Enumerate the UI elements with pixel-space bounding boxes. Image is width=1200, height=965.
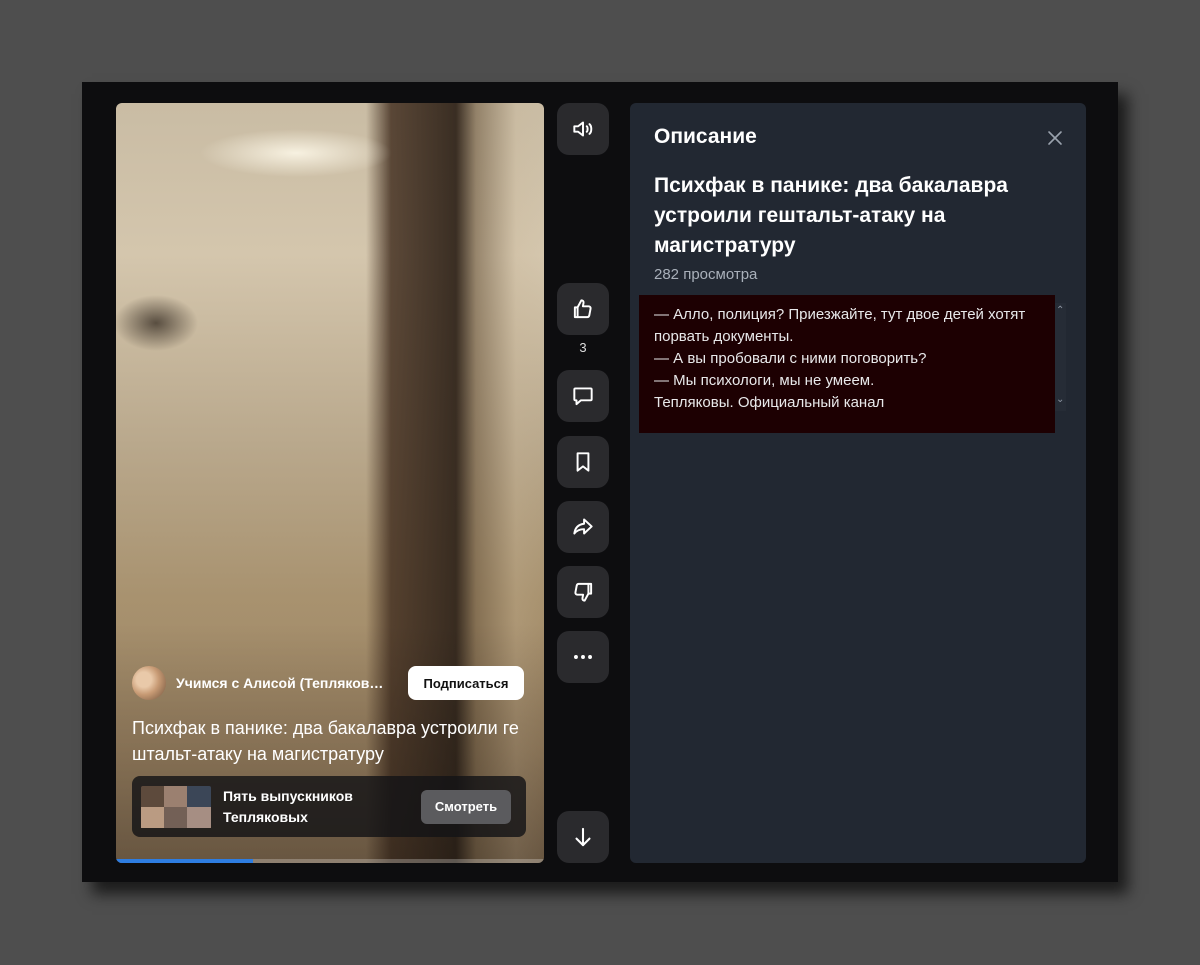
thumbs-up-icon xyxy=(573,299,592,319)
progress-bar-fill xyxy=(116,859,253,863)
bookmark-icon xyxy=(576,452,590,472)
thumbs-down-icon xyxy=(574,582,593,602)
view-count: 282 просмотра xyxy=(654,266,758,283)
panel-heading: Описание xyxy=(654,125,757,148)
description-line: — Алло, полиция? Приезжайте, тут двое де… xyxy=(654,306,1026,345)
dislike-button[interactable] xyxy=(557,566,609,618)
more-button[interactable] xyxy=(557,631,609,683)
description-line: — А вы пробовали с ними поговорить? xyxy=(654,350,927,367)
arrow-down-icon xyxy=(575,827,591,847)
player-frame: Учимся с Алисой (Тепляковы. … Подписатьс… xyxy=(82,82,1118,882)
subscribe-button[interactable]: Подписаться xyxy=(408,666,524,700)
scroll-down-icon[interactable]: ⌄ xyxy=(1056,395,1064,405)
video-player[interactable]: Учимся с Алисой (Тепляковы. … Подписатьс… xyxy=(116,103,544,863)
like-button[interactable] xyxy=(557,283,609,335)
description-line: Тепляковы. Официальный канал xyxy=(654,394,885,411)
description-panel: Описание Психфак в панике: два бакалавра… xyxy=(630,103,1086,863)
close-button[interactable] xyxy=(1042,125,1068,151)
next-video-button[interactable] xyxy=(557,811,609,863)
description-text-box: — Алло, полиция? Приезжайте, тут двое де… xyxy=(639,295,1055,433)
description-line: — Мы психологи, мы не умеем. xyxy=(654,372,875,389)
panel-video-title: Психфак в панике: два бакалавра устроили… xyxy=(654,174,1008,257)
bookmark-button[interactable] xyxy=(557,436,609,488)
share-button[interactable] xyxy=(557,501,609,553)
video-title: Психфак в панике: два бакалавра устроили… xyxy=(132,718,519,764)
speaker-icon xyxy=(573,121,593,137)
more-dots-icon xyxy=(574,655,592,659)
comment-button[interactable] xyxy=(557,370,609,422)
channel-avatar[interactable] xyxy=(132,666,166,700)
comment-icon xyxy=(573,387,593,406)
scroll-up-icon[interactable]: ⌃ xyxy=(1056,306,1064,316)
close-icon xyxy=(1048,131,1062,145)
playlist-card[interactable]: Пять выпускников Тепляковых Смотреть xyxy=(132,776,526,837)
channel-name[interactable]: Учимся с Алисой (Тепляковы. … xyxy=(176,675,394,691)
watch-button[interactable]: Смотреть xyxy=(421,789,511,824)
like-count: 3 xyxy=(579,340,587,355)
playlist-title: Пять выпускников Тепляковых xyxy=(223,787,353,825)
progress-bar[interactable] xyxy=(116,859,544,863)
share-arrow-icon xyxy=(573,518,593,535)
channel-row: Учимся с Алисой (Тепляковы. … Подписатьс… xyxy=(132,665,526,701)
volume-button[interactable] xyxy=(557,103,609,155)
playlist-thumbnail xyxy=(141,785,211,828)
